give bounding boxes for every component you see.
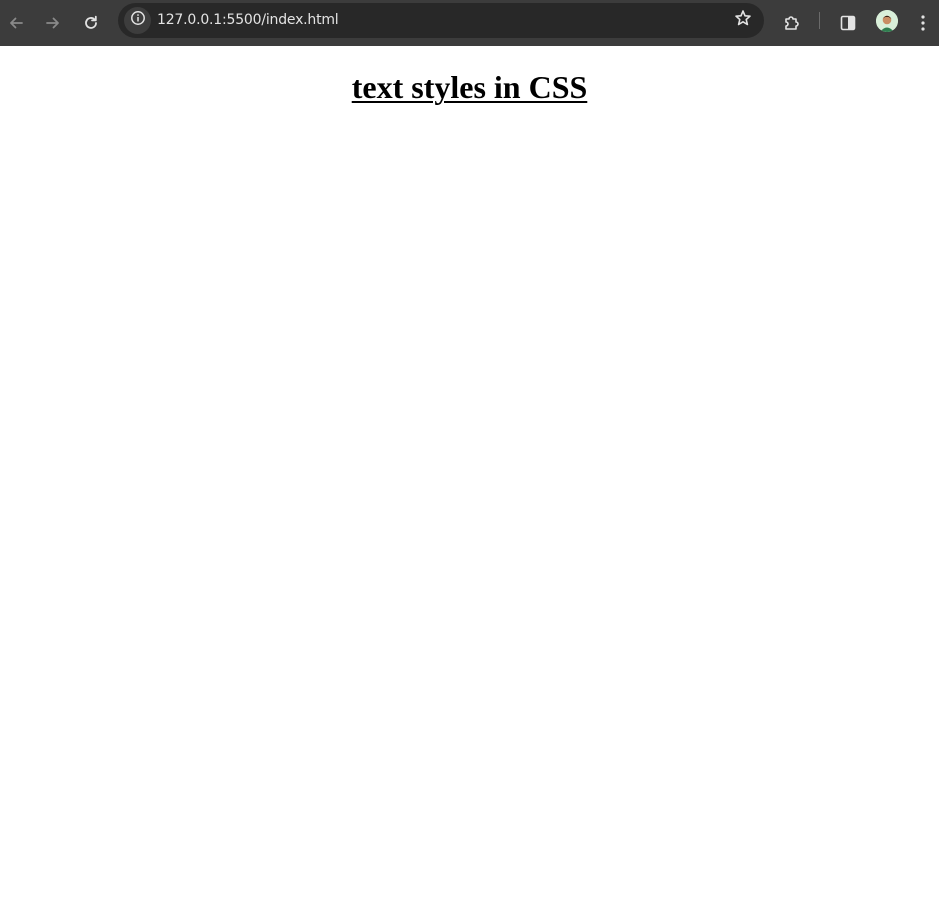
page-content: text styles in CSS	[0, 46, 939, 897]
avatar[interactable]	[876, 10, 898, 32]
page-title: text styles in CSS	[351, 69, 588, 105]
reload-button[interactable]	[76, 8, 106, 38]
toolbar-divider	[819, 12, 820, 29]
bookmark-button[interactable]	[729, 7, 756, 34]
side-panel-icon	[839, 14, 857, 32]
url-text[interactable]: 127.0.0.1:5500/index.html	[157, 12, 339, 28]
browser-menu-button[interactable]	[908, 8, 938, 38]
arrow-left-icon	[7, 14, 25, 32]
forward-button[interactable]	[38, 8, 68, 38]
reload-icon	[82, 14, 100, 32]
back-button[interactable]	[1, 8, 31, 38]
star-icon	[734, 9, 752, 32]
puzzle-icon	[782, 13, 802, 33]
kebab-menu-icon	[920, 14, 926, 32]
arrow-right-icon	[44, 14, 62, 32]
browser-toolbar: 127.0.0.1:5500/index.html	[0, 0, 939, 46]
extensions-button[interactable]	[777, 8, 807, 38]
side-panel-button[interactable]	[833, 8, 863, 38]
site-info-button[interactable]	[124, 7, 151, 34]
info-icon	[130, 10, 146, 31]
address-bar[interactable]: 127.0.0.1:5500/index.html	[118, 3, 764, 38]
